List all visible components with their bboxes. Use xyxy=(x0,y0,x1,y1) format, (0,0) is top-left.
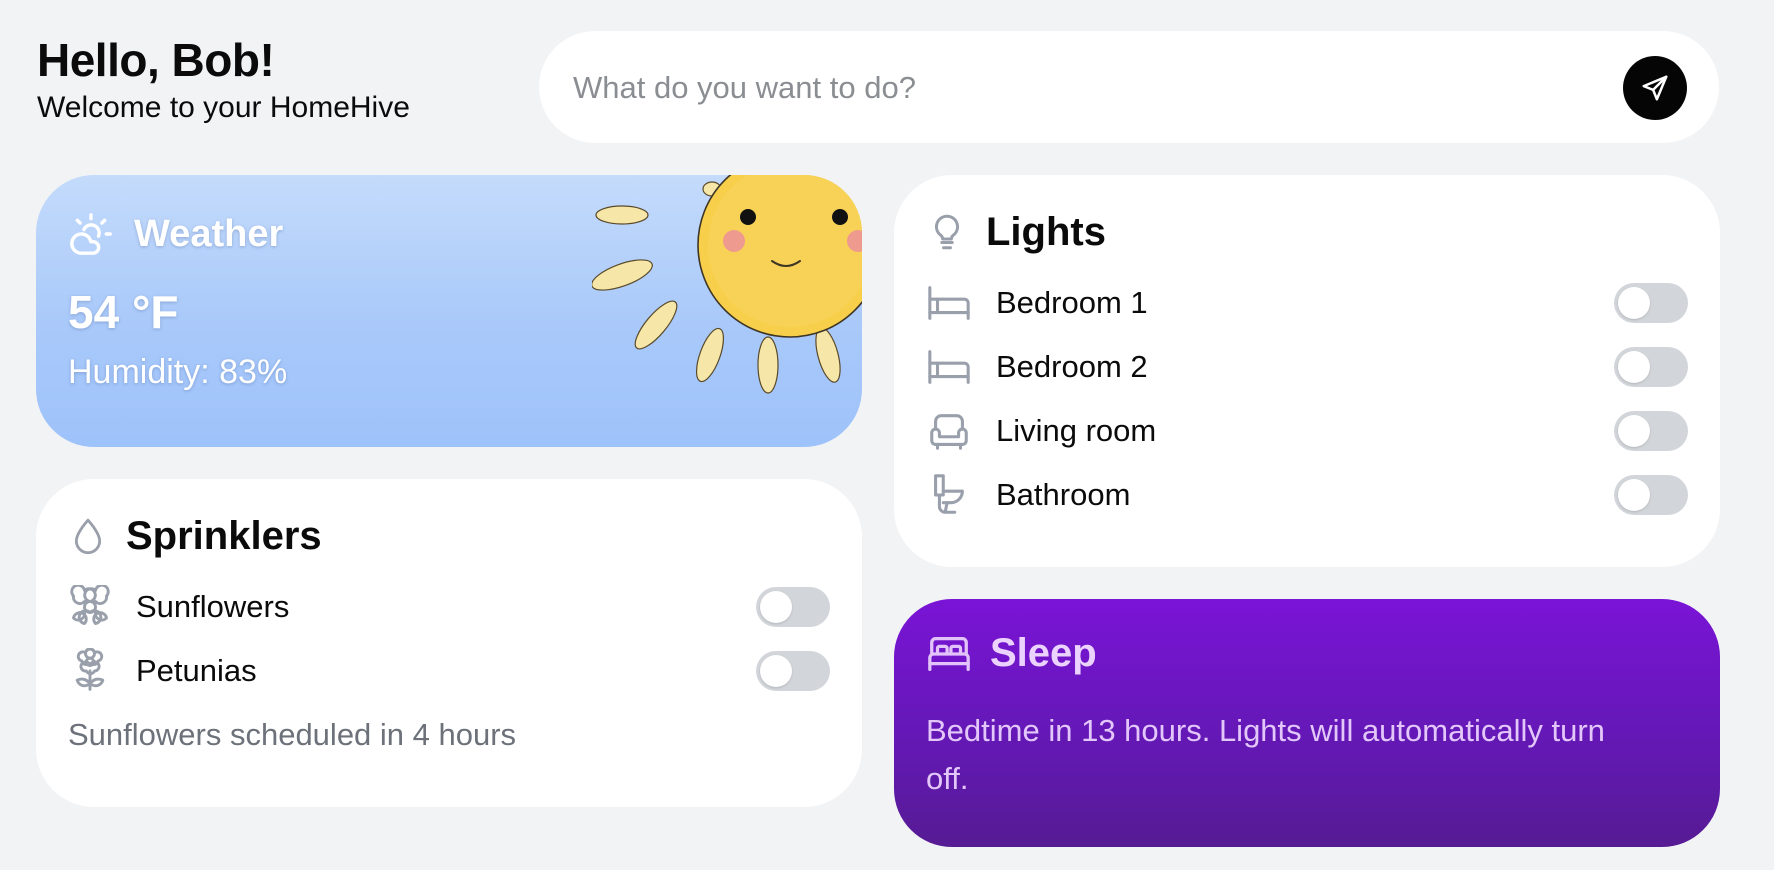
sprinkler-row-petunias: Petunias xyxy=(68,647,830,695)
command-input[interactable] xyxy=(571,59,1615,117)
send-button[interactable] xyxy=(1623,56,1687,120)
toggle-knob xyxy=(1618,479,1650,511)
sprinkler-schedule-note: Sunflowers scheduled in 4 hours xyxy=(68,717,517,752)
greeting-subtitle: Welcome to your HomeHive xyxy=(37,91,410,124)
flower-icon xyxy=(70,585,110,625)
weather-header: Weather xyxy=(68,211,283,257)
sprinklers-title: Sprinklers xyxy=(126,513,322,558)
weather-temperature: 54 °F xyxy=(68,286,179,338)
sleep-description: Bedtime in 13 hours. Lights will automat… xyxy=(926,713,1605,796)
toggle-knob xyxy=(1618,287,1650,319)
lights-title: Lights xyxy=(986,209,1106,254)
lightbulb-icon xyxy=(934,214,960,250)
sleep-card[interactable]: Sleep Bedtime in 13 hours. Lights will a… xyxy=(894,599,1720,847)
toggle-knob xyxy=(760,591,792,623)
light-toggle-bedroom-1[interactable] xyxy=(1614,283,1688,323)
bed-double-icon xyxy=(928,636,970,671)
toilet-icon xyxy=(934,474,964,514)
light-toggle-bathroom[interactable] xyxy=(1614,475,1688,515)
cloud-sun-icon xyxy=(70,213,112,255)
light-toggle-living-room[interactable] xyxy=(1614,411,1688,451)
toggle-knob xyxy=(760,655,792,687)
light-row-bedroom-2: Bedroom 2 xyxy=(926,343,1688,391)
send-icon xyxy=(1642,75,1668,101)
greeting-block: Hello, Bob! Welcome to your HomeHive xyxy=(37,30,410,126)
lights-card: Lights Bedroom 1 Bedroom 2 Living room B… xyxy=(894,175,1720,567)
light-label: Bathroom xyxy=(996,477,1131,512)
light-row-bedroom-1: Bedroom 1 xyxy=(926,279,1688,327)
weather-humidity: Humidity: 83% xyxy=(68,353,288,391)
toggle-knob xyxy=(1618,415,1650,447)
weather-card[interactable]: Weather 54 °F Humidity: 83% xyxy=(36,175,862,447)
light-row-bathroom: Bathroom xyxy=(926,471,1688,519)
armchair-icon xyxy=(930,414,968,450)
light-label: Bedroom 2 xyxy=(996,349,1148,384)
bed-icon xyxy=(928,286,970,320)
sprinkler-toggle-petunias[interactable] xyxy=(756,651,830,691)
sprinklers-card: Sprinklers Sunflowers Petunias Sunflower… xyxy=(36,479,862,807)
light-label: Bedroom 1 xyxy=(996,285,1148,320)
sprinkler-toggle-sunflowers[interactable] xyxy=(756,587,830,627)
sun-illustration xyxy=(592,175,862,394)
sprinkler-label: Sunflowers xyxy=(136,589,290,624)
sprinkler-row-sunflowers: Sunflowers xyxy=(68,583,830,631)
bed-icon xyxy=(928,350,970,384)
light-label: Living room xyxy=(996,413,1157,448)
flower-stem-icon xyxy=(75,648,105,691)
lights-header: Lights xyxy=(926,209,1106,255)
weather-title: Weather xyxy=(134,212,284,255)
toggle-knob xyxy=(1618,351,1650,383)
sprinkler-label: Petunias xyxy=(136,653,257,688)
command-bar xyxy=(539,31,1719,143)
sprinklers-header: Sprinklers xyxy=(68,513,322,559)
greeting-title: Hello, Bob! xyxy=(37,34,275,86)
light-row-living-room: Living room xyxy=(926,407,1688,455)
sleep-header: Sleep xyxy=(926,631,1097,676)
light-toggle-bedroom-2[interactable] xyxy=(1614,347,1688,387)
droplet-icon xyxy=(74,518,102,554)
sleep-title: Sleep xyxy=(990,631,1097,675)
